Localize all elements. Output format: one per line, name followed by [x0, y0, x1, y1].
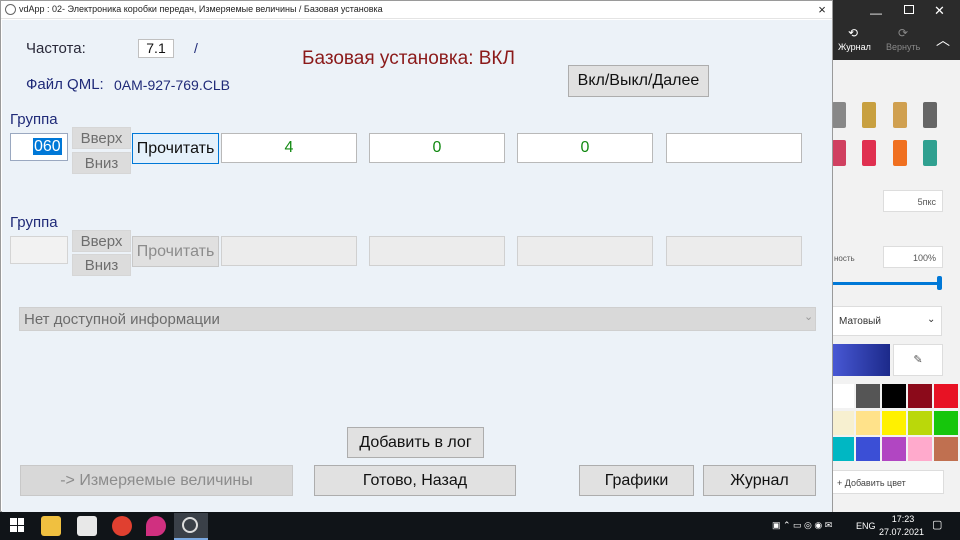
group1-label: Группа [10, 111, 58, 128]
file-explorer-icon[interactable] [41, 516, 61, 536]
frequency-label: Частота: [26, 40, 86, 57]
paint-app-icon[interactable] [146, 516, 166, 536]
eyedropper-icon[interactable]: ✎ [893, 344, 943, 376]
palette-swatch[interactable] [856, 410, 880, 435]
fill-tool-icon[interactable] [923, 140, 937, 166]
group1-down-button[interactable]: Вниз [72, 152, 131, 174]
palette-swatch[interactable] [830, 437, 854, 462]
app-icon [5, 4, 16, 15]
opacity-label: ность [834, 254, 855, 263]
clock-date[interactable]: 27.07.2021 [879, 527, 924, 537]
redo-icon: ⟳ [898, 26, 909, 40]
palette-swatch[interactable] [882, 384, 906, 408]
palette-swatch[interactable] [908, 437, 932, 462]
palette-swatch[interactable] [908, 410, 932, 435]
chrome-icon[interactable] [112, 516, 132, 536]
add-color-button[interactable]: + Добавить цвет [830, 470, 944, 494]
group1-input-value: 060 [33, 138, 62, 155]
minimize-icon[interactable]: — [870, 6, 882, 20]
current-color-swatch[interactable] [830, 344, 890, 376]
palette-swatch[interactable] [934, 384, 958, 408]
language-indicator[interactable]: ENG [856, 521, 876, 531]
notifications-icon[interactable]: ▢ [932, 518, 942, 531]
add-color-label: Добавить цвет [844, 478, 906, 488]
group2-field-3 [517, 236, 653, 266]
texture-select-value: Матовый [839, 316, 881, 327]
color-palette [830, 384, 958, 462]
frequency-separator: / [194, 40, 198, 56]
vdapp-icon [182, 517, 198, 533]
brush-tool-icon[interactable] [893, 102, 907, 128]
brush-size-field[interactable]: 5пкс [883, 190, 943, 212]
pencil-tool-icon[interactable] [923, 102, 937, 128]
vdapp-taskbar-item[interactable] [174, 513, 208, 540]
paint-redo-label[interactable]: Вернуть [886, 42, 920, 52]
info-select-value: Нет доступной информации [24, 311, 220, 328]
title-bar[interactable]: vdApp : 02- Электроника коробки передач,… [1, 1, 832, 19]
window-title: vdApp : 02- Электроника коробки передач,… [19, 4, 383, 14]
palette-swatch[interactable] [882, 410, 906, 435]
pen-tool-icon[interactable] [832, 102, 846, 128]
qml-file-value: 0AM-927-769.CLB [114, 77, 230, 93]
close-icon[interactable]: ✕ [934, 3, 945, 19]
basic-setting-status: Базовая установка: ВКЛ [302, 48, 515, 69]
chevron-down-icon: ⌄ [804, 311, 814, 323]
group2-up-button[interactable]: Вверх [72, 230, 131, 252]
crayon-tool-icon[interactable] [832, 140, 846, 166]
restore-icon[interactable] [904, 5, 914, 14]
group2-field-2 [369, 236, 505, 266]
info-select[interactable]: Нет доступной информации ⌄ [19, 307, 816, 331]
graphs-button[interactable]: Графики [579, 465, 694, 496]
group1-field-4 [666, 133, 802, 163]
palette-swatch[interactable] [934, 437, 958, 462]
opacity-slider-thumb[interactable] [937, 276, 942, 290]
journal-button[interactable]: Журнал [703, 465, 816, 496]
texture-select[interactable]: Матовый ⌄ [830, 306, 942, 336]
paint-toolbar: — ✕ ⟲ Журнал ⟳ Вернуть ︿ [828, 0, 960, 60]
tray-icons[interactable]: ▣ ⌃ ▭ ◎ ◉ ✉ [772, 520, 832, 531]
opacity-slider[interactable] [830, 282, 942, 285]
paint-journal-label[interactable]: Журнал [838, 42, 871, 52]
opacity-field[interactable]: 100% [883, 246, 943, 268]
done-back-button[interactable]: Готово, Назад [314, 465, 516, 496]
group1-input[interactable]: 060 [10, 133, 68, 161]
add-to-log-button[interactable]: Добавить в лог [347, 427, 484, 458]
group2-field-4 [666, 236, 802, 266]
palette-swatch[interactable] [830, 384, 854, 408]
palette-swatch[interactable] [908, 384, 932, 408]
palette-swatch[interactable] [882, 437, 906, 462]
chevron-up-icon[interactable]: ︿ [936, 30, 950, 50]
group1-field-3: 0 [517, 133, 653, 163]
windows-start-icon[interactable] [10, 518, 24, 532]
measured-values-button[interactable]: -> Измеряемые величины [20, 465, 293, 496]
qml-file-label: Файл QML: [26, 76, 104, 93]
clock-time[interactable]: 17:23 [890, 514, 916, 524]
client-area: Частота: 7.1 / Базовая установка: ВКЛ Фа… [2, 20, 832, 512]
history-icon: ⟲ [848, 26, 859, 40]
group1-field-1: 4 [221, 133, 357, 163]
group2-input[interactable] [10, 236, 68, 264]
spray-tool-icon[interactable] [893, 140, 907, 166]
chevron-down-icon: ⌄ [927, 314, 936, 325]
palette-swatch[interactable] [830, 410, 854, 435]
oil-brush-tool-icon[interactable] [862, 140, 876, 166]
palette-swatch[interactable] [856, 384, 880, 408]
group1-up-button[interactable]: Вверх [72, 127, 131, 149]
group2-read-button[interactable]: Прочитать [132, 236, 219, 267]
group1-read-button[interactable]: Прочитать [132, 133, 219, 164]
close-button[interactable]: × [813, 1, 831, 19]
on-off-next-button[interactable]: Вкл/Выкл/Далее [568, 65, 709, 97]
vdapp-window: vdApp : 02- Электроника коробки передач,… [0, 0, 833, 512]
marker-tool-icon[interactable] [862, 102, 876, 128]
group1-field-2: 0 [369, 133, 505, 163]
group2-label: Группа [10, 214, 58, 231]
palette-swatch[interactable] [934, 410, 958, 435]
group2-down-button[interactable]: Вниз [72, 254, 131, 276]
frequency-value: 7.1 [138, 39, 174, 58]
palette-swatch[interactable] [856, 437, 880, 462]
group2-field-1 [221, 236, 357, 266]
store-icon[interactable] [77, 516, 97, 536]
